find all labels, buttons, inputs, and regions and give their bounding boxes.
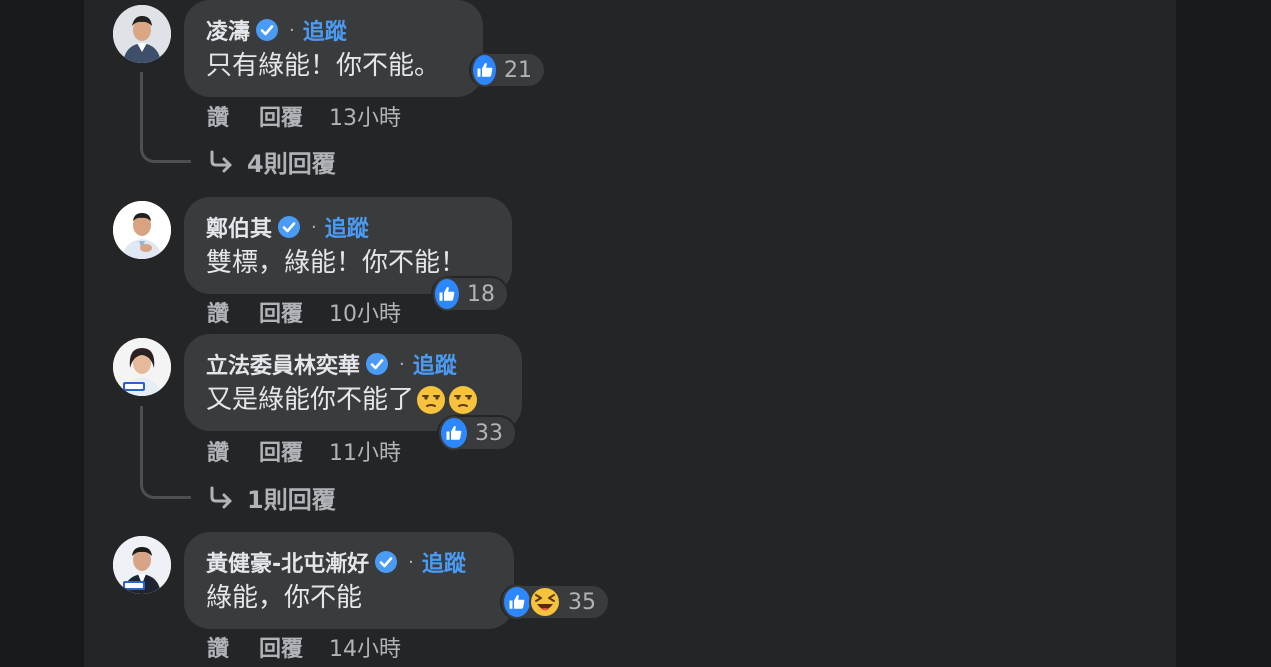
reaction-count: 18 bbox=[467, 281, 495, 307]
thread-connector bbox=[140, 406, 191, 499]
timestamp[interactable]: 10小時 bbox=[329, 296, 401, 328]
haha-emoji-icon bbox=[528, 585, 562, 619]
avatar-image bbox=[113, 5, 171, 63]
replies-count-label: 4則回覆 bbox=[247, 150, 336, 178]
reply-arrow-icon bbox=[207, 148, 235, 176]
author-name[interactable]: 立法委員林奕華 bbox=[206, 348, 360, 380]
avatar[interactable] bbox=[113, 338, 171, 396]
verified-badge-icon bbox=[365, 352, 389, 376]
like-thumb-icon bbox=[439, 416, 469, 450]
reactions-badge[interactable]: 21 bbox=[469, 52, 546, 88]
reaction-count: 35 bbox=[568, 589, 596, 615]
like-button[interactable]: 讚 bbox=[207, 100, 229, 132]
reaction-count: 33 bbox=[475, 420, 503, 446]
comment-text: 只有綠能！你不能。 bbox=[206, 48, 461, 84]
view-replies-link[interactable]: 1則回覆 bbox=[207, 480, 336, 515]
comment-text: 綠能，你不能 bbox=[206, 580, 492, 616]
comment-bubble: 凌濤 · 追蹤 只有綠能！你不能。 bbox=[184, 0, 483, 97]
author-name[interactable]: 凌濤 bbox=[206, 14, 250, 46]
avatar-image bbox=[113, 536, 171, 594]
comment-actions: 讚 回覆 10小時 bbox=[207, 296, 401, 328]
like-thumb-icon bbox=[433, 277, 461, 311]
reply-button[interactable]: 回覆 bbox=[259, 631, 303, 663]
follow-button[interactable]: 追蹤 bbox=[422, 546, 466, 578]
avatar[interactable] bbox=[113, 5, 171, 63]
comment-text: 又是綠能你不能了 😒😒 bbox=[206, 382, 500, 418]
reply-button[interactable]: 回覆 bbox=[259, 435, 303, 467]
separator-dot: · bbox=[289, 19, 295, 41]
unamused-face-emoji-icon bbox=[448, 385, 478, 415]
left-margin bbox=[0, 0, 84, 667]
reactions-badge[interactable]: 35 bbox=[500, 584, 610, 620]
author-name[interactable]: 黃健豪-北屯漸好 bbox=[206, 546, 369, 578]
avatar-image bbox=[113, 338, 171, 396]
follow-button[interactable]: 追蹤 bbox=[303, 14, 347, 46]
like-button[interactable]: 讚 bbox=[207, 296, 229, 328]
view-replies-link[interactable]: 4則回覆 bbox=[207, 144, 336, 179]
reaction-count: 21 bbox=[504, 57, 532, 83]
comment-actions: 讚 回覆 14小時 bbox=[207, 631, 401, 663]
replies-count-label: 1則回覆 bbox=[247, 486, 336, 514]
separator-dot: · bbox=[408, 551, 414, 573]
timestamp[interactable]: 11小時 bbox=[329, 435, 401, 467]
comment-actions: 讚 回覆 11小時 bbox=[207, 435, 401, 467]
avatar-image bbox=[113, 201, 171, 259]
like-button[interactable]: 讚 bbox=[207, 435, 229, 467]
avatar[interactable] bbox=[113, 201, 171, 259]
comment-text-body: 雙標，綠能！你不能！ bbox=[206, 248, 467, 278]
follow-button[interactable]: 追蹤 bbox=[325, 211, 369, 243]
separator-dot: · bbox=[311, 216, 317, 238]
verified-badge-icon bbox=[255, 18, 279, 42]
timestamp[interactable]: 13小時 bbox=[329, 100, 401, 132]
comment-text-body: 只有綠能！你不能。 bbox=[206, 51, 441, 81]
verified-badge-icon bbox=[277, 215, 301, 239]
follow-button[interactable]: 追蹤 bbox=[413, 348, 457, 380]
unamused-face-emoji-icon bbox=[416, 385, 446, 415]
author-name[interactable]: 鄭伯其 bbox=[206, 211, 272, 243]
avatar[interactable] bbox=[113, 536, 171, 594]
separator-dot: · bbox=[399, 353, 405, 375]
reply-button[interactable]: 回覆 bbox=[259, 296, 303, 328]
like-button[interactable]: 讚 bbox=[207, 631, 229, 663]
comment-actions: 讚 回覆 13小時 bbox=[207, 100, 401, 132]
comment-text-body: 又是綠能你不能了 bbox=[206, 385, 415, 415]
reply-button[interactable]: 回覆 bbox=[259, 100, 303, 132]
comment-text-body: 綠能，你不能 bbox=[206, 583, 363, 613]
reactions-badge[interactable]: 33 bbox=[437, 415, 517, 451]
comment-bubble: 黃健豪-北屯漸好 · 追蹤 綠能，你不能 bbox=[184, 532, 514, 629]
timestamp[interactable]: 14小時 bbox=[329, 631, 401, 663]
reactions-badge[interactable]: 18 bbox=[431, 276, 509, 312]
verified-badge-icon bbox=[374, 550, 398, 574]
right-margin bbox=[1176, 0, 1271, 667]
like-thumb-icon bbox=[471, 53, 498, 87]
thread-connector bbox=[140, 72, 191, 163]
reply-arrow-icon bbox=[207, 484, 235, 512]
